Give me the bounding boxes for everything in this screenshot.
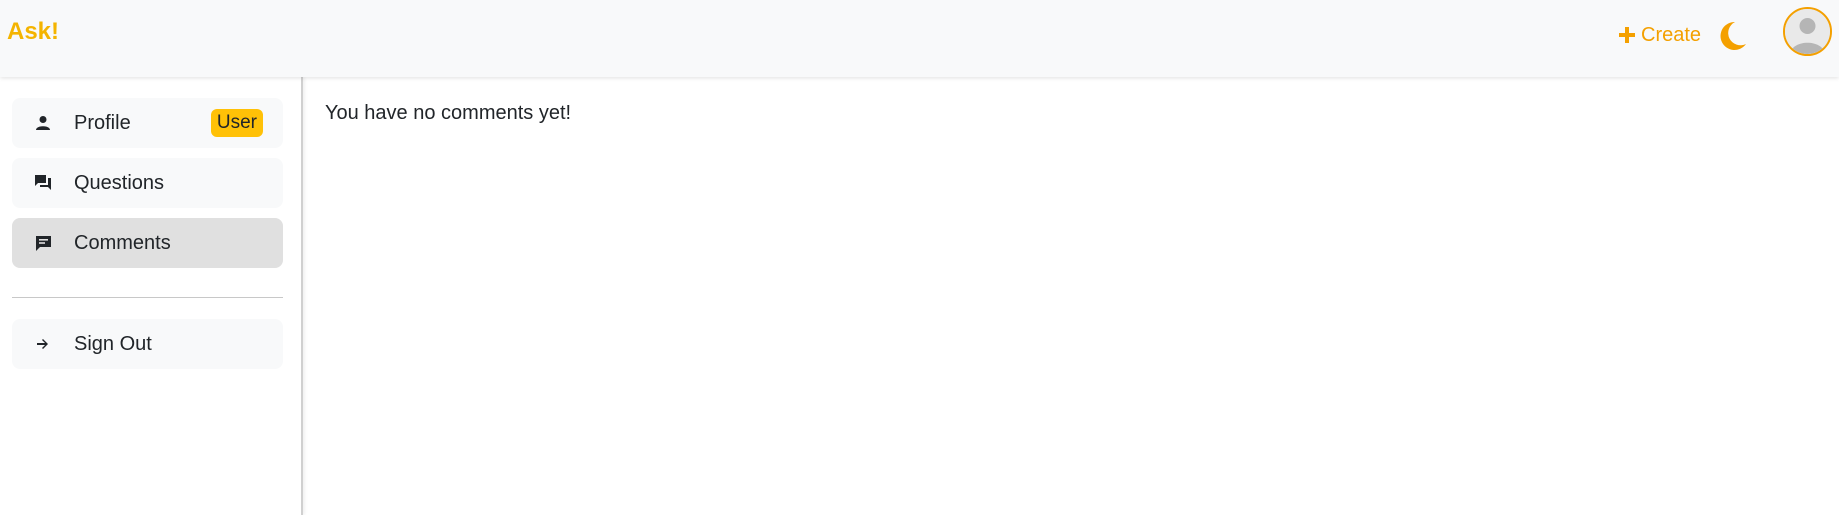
plus-icon bbox=[1619, 27, 1635, 43]
empty-comments-message: You have no comments yet! bbox=[325, 102, 572, 124]
create-button-label: Create bbox=[1641, 23, 1702, 46]
theme-toggle-button[interactable] bbox=[1713, 18, 1749, 54]
arrow-right-icon bbox=[32, 333, 54, 355]
sidebar-item-label: Profile bbox=[74, 111, 131, 134]
sidebar-item-label: Sign Out bbox=[74, 332, 152, 355]
sidebar-item-comments[interactable]: Comments bbox=[12, 218, 283, 268]
moon-icon bbox=[1720, 21, 1746, 50]
sidebar-item-sign-out[interactable]: Sign Out bbox=[12, 319, 283, 369]
user-avatar[interactable] bbox=[1783, 7, 1832, 56]
brand-logo[interactable]: Ask! bbox=[7, 18, 59, 46]
role-badge: User bbox=[210, 109, 263, 137]
sidebar-item-questions[interactable]: Questions bbox=[12, 158, 283, 208]
person-icon bbox=[32, 112, 54, 134]
sidebar-item-profile[interactable]: Profile User bbox=[12, 98, 283, 148]
top-navbar: Ask! Create bbox=[0, 0, 1839, 77]
sidebar-item-label: Questions bbox=[74, 171, 165, 194]
sidebar-divider bbox=[12, 297, 283, 298]
forum-icon bbox=[32, 172, 54, 194]
avatar-icon bbox=[1785, 9, 1830, 54]
sidebar-item-label: Comments bbox=[74, 231, 171, 254]
sidebar: Profile User Questions Comments Sign Out bbox=[0, 77, 303, 515]
create-button[interactable]: Create bbox=[1617, 20, 1701, 50]
comment-icon bbox=[32, 232, 54, 254]
